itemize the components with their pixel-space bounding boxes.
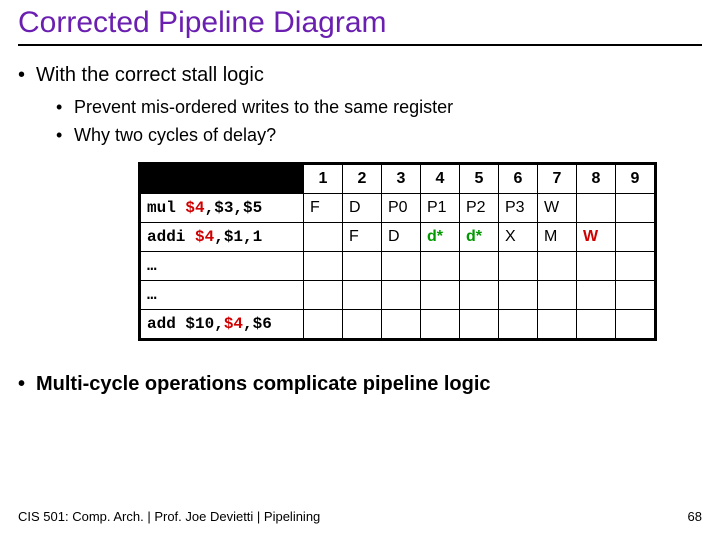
footer-left: CIS 501: Comp. Arch. | Prof. Joe Deviett…	[18, 509, 320, 524]
stage-cell	[304, 222, 343, 251]
cycle-header: 4	[421, 163, 460, 193]
stage-cell	[421, 309, 460, 339]
cycle-header: 3	[382, 163, 421, 193]
footer-page: 68	[688, 509, 702, 524]
pipeline-table-wrap: 1 2 3 4 5 6 7 8 9 mul $4,$3,$5 F D P0 P1…	[138, 162, 702, 341]
stage-cell	[616, 222, 656, 251]
stage-cell	[421, 280, 460, 309]
table-row: addi $4,$1,1 F D d* d* X M W	[140, 222, 656, 251]
stage-cell	[538, 251, 577, 280]
stage-cell: D	[382, 222, 421, 251]
stage-cell	[304, 309, 343, 339]
conclusion-text: Multi-cycle operations complicate pipeli…	[18, 373, 702, 396]
stage-cell: F	[304, 193, 343, 222]
stage-cell: D	[343, 193, 382, 222]
instr-cell: …	[140, 251, 304, 280]
stage-cell	[616, 193, 656, 222]
cycle-header: 8	[577, 163, 616, 193]
stage-cell	[616, 309, 656, 339]
table-row: …	[140, 280, 656, 309]
instr-post: ,$1,1	[214, 228, 262, 246]
bullet-lvl2: Why two cycles of delay?	[18, 123, 702, 147]
stage-cell	[460, 309, 499, 339]
table-corner-cell	[140, 163, 304, 193]
stage-cell	[616, 251, 656, 280]
bullet-lvl2: Prevent mis-ordered writes to the same r…	[18, 95, 702, 119]
stage-cell	[538, 309, 577, 339]
stage-cell: P2	[460, 193, 499, 222]
instr-post: ,$6	[243, 315, 272, 333]
stage-cell	[499, 309, 538, 339]
stage-cell	[499, 280, 538, 309]
instr-pre: addi	[147, 228, 195, 246]
stage-cell	[460, 251, 499, 280]
instr-dest: $4	[224, 315, 243, 333]
instr-cell: …	[140, 280, 304, 309]
stall-cell: d*	[421, 222, 460, 251]
stage-cell: F	[343, 222, 382, 251]
table-row: …	[140, 251, 656, 280]
instr-pre: mul	[147, 199, 185, 217]
cycle-header: 9	[616, 163, 656, 193]
stage-cell: P1	[421, 193, 460, 222]
stage-cell	[343, 251, 382, 280]
stage-cell	[382, 280, 421, 309]
stage-cell	[304, 251, 343, 280]
writeback-cell: W	[577, 222, 616, 251]
stage-cell	[577, 309, 616, 339]
table-header-row: 1 2 3 4 5 6 7 8 9	[140, 163, 656, 193]
stall-cell: d*	[460, 222, 499, 251]
stage-cell	[577, 280, 616, 309]
stage-cell	[538, 280, 577, 309]
stage-cell	[343, 309, 382, 339]
cycle-header: 1	[304, 163, 343, 193]
slide-title: Corrected Pipeline Diagram	[18, 6, 702, 46]
stage-cell	[382, 251, 421, 280]
table-row: add $10,$4,$6	[140, 309, 656, 339]
stage-cell: P3	[499, 193, 538, 222]
cycle-header: 2	[343, 163, 382, 193]
stage-cell	[343, 280, 382, 309]
slide-root: Corrected Pipeline Diagram With the corr…	[0, 0, 720, 540]
stage-cell	[577, 193, 616, 222]
instr-cell: add $10,$4,$6	[140, 309, 304, 339]
stage-cell: M	[538, 222, 577, 251]
instr-dest: $4	[185, 199, 204, 217]
bullet-lvl1: With the correct stall logic	[18, 62, 702, 89]
instr-cell: addi $4,$1,1	[140, 222, 304, 251]
slide-footer: CIS 501: Comp. Arch. | Prof. Joe Deviett…	[18, 509, 702, 524]
stage-cell: W	[538, 193, 577, 222]
instr-dest: $4	[195, 228, 214, 246]
table-row: mul $4,$3,$5 F D P0 P1 P2 P3 W	[140, 193, 656, 222]
cycle-header: 6	[499, 163, 538, 193]
stage-cell	[577, 251, 616, 280]
instr-cell: mul $4,$3,$5	[140, 193, 304, 222]
cycle-header: 7	[538, 163, 577, 193]
instr-pre: add $10,	[147, 315, 224, 333]
stage-cell	[460, 280, 499, 309]
stage-cell: P0	[382, 193, 421, 222]
stage-cell: X	[499, 222, 538, 251]
stage-cell	[382, 309, 421, 339]
bullet-list: With the correct stall logic Prevent mis…	[18, 62, 702, 148]
stage-cell	[421, 251, 460, 280]
stage-cell	[616, 280, 656, 309]
stage-cell	[304, 280, 343, 309]
conclusion-bullet: Multi-cycle operations complicate pipeli…	[18, 373, 702, 396]
instr-post: ,$3,$5	[205, 199, 263, 217]
stage-cell	[499, 251, 538, 280]
cycle-header: 5	[460, 163, 499, 193]
pipeline-table: 1 2 3 4 5 6 7 8 9 mul $4,$3,$5 F D P0 P1…	[138, 162, 657, 341]
